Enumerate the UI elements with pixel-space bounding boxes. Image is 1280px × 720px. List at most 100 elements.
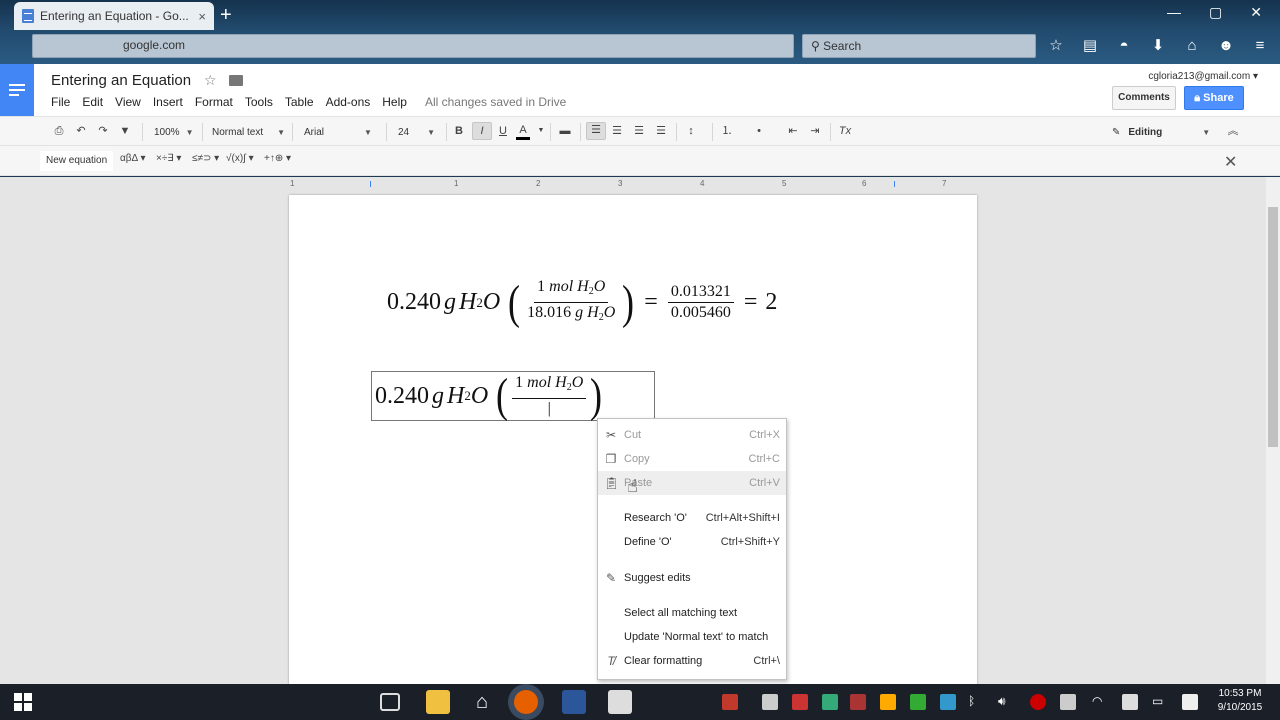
volume-icon[interactable]: 🔊︎ — [998, 694, 1014, 710]
menu-item-define[interactable]: Define 'O' Ctrl+Shift+Y — [598, 530, 786, 554]
document-title[interactable]: Entering an Equation — [51, 72, 191, 89]
address-bar[interactable]: google.com — [32, 34, 794, 58]
menu-addons[interactable]: Add-ons — [326, 95, 371, 109]
tray-device-icon[interactable] — [1060, 694, 1076, 710]
firefox-icon[interactable] — [514, 690, 538, 714]
align-center-icon[interactable]: ☰ — [610, 124, 624, 138]
menu-item-suggest-edits[interactable]: ✎ Suggest edits — [598, 566, 786, 590]
tab-close-icon[interactable]: × — [198, 9, 206, 24]
vertical-scrollbar[interactable] — [1266, 177, 1280, 684]
menu-item-cut[interactable]: ✂ Cut Ctrl+X — [598, 423, 786, 447]
menu-table[interactable]: Table — [285, 95, 314, 109]
align-right-icon[interactable]: ☰ — [632, 124, 646, 138]
task-view-icon[interactable] — [380, 693, 400, 711]
new-equation-button[interactable]: New equation — [40, 151, 114, 171]
chat-icon[interactable]: ☻ — [1216, 36, 1236, 56]
bold-button[interactable]: B — [452, 124, 466, 138]
notifications-icon[interactable] — [1182, 694, 1198, 710]
chevron-down-icon[interactable]: ▼ — [534, 124, 548, 138]
home-icon[interactable]: ⌂ — [1182, 36, 1202, 56]
bulleted-list-icon[interactable]: • — [752, 124, 766, 138]
collapse-icon[interactable]: ︽ — [1226, 124, 1240, 138]
align-justify-icon[interactable]: ☰ — [654, 124, 668, 138]
docs-home-icon[interactable] — [0, 64, 34, 116]
print-icon[interactable]: ⎙ — [52, 124, 66, 138]
font-select[interactable]: Arial ▼ — [304, 123, 372, 141]
decrease-indent-icon[interactable]: ⇤ — [786, 124, 800, 138]
equation-2-editor[interactable]: 0.240 g H2O ( 1 mol H2O | ) — [371, 371, 655, 421]
clear-formatting-icon[interactable]: Tx — [838, 124, 852, 138]
italic-button[interactable]: I — [472, 122, 492, 140]
editing-mode-select[interactable]: ✎ Editing ▼ — [1112, 123, 1210, 141]
minimize-icon[interactable]: — — [1167, 4, 1181, 21]
windows-start-icon[interactable] — [14, 693, 32, 711]
download-icon[interactable]: ⬇ — [1148, 36, 1168, 56]
bookmark-star-icon[interactable]: ☆ — [1046, 36, 1066, 56]
comments-button[interactable]: Comments — [1112, 86, 1176, 110]
menu-format[interactable]: Format — [195, 95, 233, 109]
tray-check-icon[interactable] — [910, 694, 926, 710]
menu-item-select-matching[interactable]: Select all matching text — [598, 601, 786, 625]
word-icon[interactable] — [562, 690, 586, 714]
wifi-icon[interactable]: ◠ — [1092, 694, 1108, 710]
tray-app-icon[interactable] — [762, 694, 778, 710]
font-size-select[interactable]: 24 ▼ — [398, 123, 435, 141]
text-color-button[interactable]: A — [516, 124, 530, 140]
greek-letters-menu[interactable]: αβΔ ▾ — [120, 153, 145, 164]
tray-pen-icon[interactable] — [850, 694, 866, 710]
tray-star-icon[interactable] — [880, 694, 896, 710]
zoom-select[interactable]: 100% ▼ — [154, 123, 194, 141]
close-window-icon[interactable]: ✕ — [1250, 4, 1262, 21]
menu-tools[interactable]: Tools — [245, 95, 273, 109]
close-icon[interactable]: ✕ — [1224, 152, 1237, 172]
menu-icon[interactable]: ≡ — [1250, 36, 1270, 56]
line-spacing-icon[interactable]: ↕ — [684, 124, 698, 138]
share-button[interactable]: 🔒︎ Share — [1184, 86, 1244, 110]
underline-button[interactable]: U — [496, 124, 510, 138]
alert-icon[interactable] — [722, 694, 738, 710]
menu-view[interactable]: View — [115, 95, 141, 109]
file-explorer-icon[interactable] — [426, 690, 450, 714]
reading-list-icon[interactable]: ▤ — [1080, 36, 1100, 56]
pocket-icon[interactable]: ◓ — [1114, 36, 1134, 56]
equation-1[interactable]: 0.240 g H2O ( 1 mol H2O 18.016 g H2O ) =… — [387, 277, 777, 328]
save-status[interactable]: All changes saved in Drive — [425, 95, 566, 109]
increase-indent-icon[interactable]: ⇥ — [808, 124, 822, 138]
arrows-menu[interactable]: +↑⊕ ▾ — [264, 153, 291, 164]
folder-icon[interactable] — [229, 75, 243, 86]
home-icon[interactable]: ⌂ — [470, 690, 494, 714]
browser-tab[interactable]: Entering an Equation - Go... × — [14, 2, 214, 30]
browser-search-box[interactable]: ⚲ Search — [802, 34, 1036, 58]
menu-item-clear-formatting[interactable]: T̸ Clear formatting Ctrl+\ — [598, 649, 786, 673]
undo-icon[interactable]: ↶ — [74, 124, 88, 138]
misc-operations-menu[interactable]: ×÷∃ ▾ — [156, 153, 181, 164]
style-select[interactable]: Normal text ▼ — [212, 123, 285, 141]
redo-icon[interactable]: ↷ — [96, 124, 110, 138]
relations-menu[interactable]: ≤≠⊃ ▾ — [192, 153, 219, 164]
math-operations-menu[interactable]: √(x)∫ ▾ — [226, 153, 254, 164]
menu-item-update-normal-text[interactable]: Update 'Normal text' to match — [598, 625, 786, 649]
new-tab-button[interactable]: + — [220, 4, 232, 27]
align-left-icon[interactable]: ☰ — [586, 122, 606, 140]
menu-insert[interactable]: Insert — [153, 95, 183, 109]
numbered-list-icon[interactable]: ⒈ — [720, 124, 734, 138]
tray-snow-icon[interactable] — [940, 694, 956, 710]
tray-puzzle-icon[interactable] — [822, 694, 838, 710]
bluetooth-icon[interactable]: ᛒ — [968, 694, 984, 710]
scroll-thumb[interactable] — [1268, 207, 1278, 447]
menu-help[interactable]: Help — [382, 95, 407, 109]
maximize-icon[interactable]: ▢ — [1209, 4, 1222, 21]
account-email[interactable]: cgloria213@gmail.com ▾ — [1148, 71, 1258, 82]
menu-edit[interactable]: Edit — [82, 95, 103, 109]
menu-item-research[interactable]: Research 'O' Ctrl+Alt+Shift+I — [598, 506, 786, 530]
app-window-icon[interactable] — [608, 690, 632, 714]
taskbar-clock[interactable]: 10:53 PM 9/10/2015 — [1212, 687, 1268, 715]
tray-keyboard-icon[interactable] — [1122, 694, 1138, 710]
tray-record-icon[interactable] — [1030, 694, 1046, 710]
ruler[interactable]: 1 1 2 3 4 5 6 7 — [288, 179, 978, 191]
tray-close-icon[interactable] — [792, 694, 808, 710]
menu-file[interactable]: File — [51, 95, 70, 109]
network-icon[interactable]: ▭ — [1152, 694, 1168, 710]
highlight-icon[interactable]: ▬ — [558, 124, 572, 138]
menu-item-copy[interactable]: ❐ Copy Ctrl+C — [598, 447, 786, 471]
